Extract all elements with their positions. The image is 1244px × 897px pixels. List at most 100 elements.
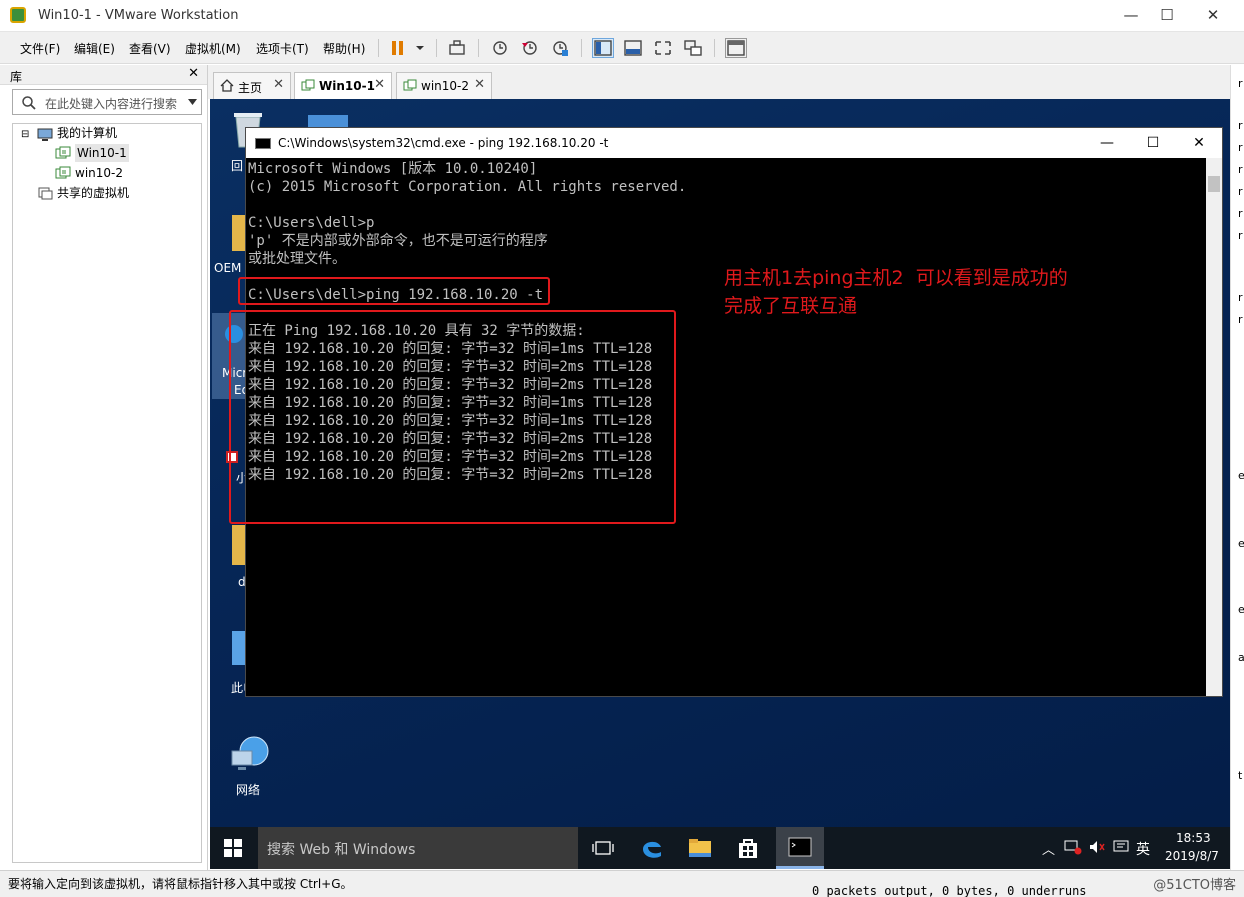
tray-date[interactable]: 2019/8/7 (1165, 849, 1219, 863)
tree-collapse-icon[interactable]: ⊟ (21, 126, 29, 144)
snapshot-manager-icon[interactable] (549, 38, 571, 58)
tab-win10-1[interactable]: Win10-1 ✕ (294, 72, 392, 99)
send-ctrl-alt-del-icon[interactable] (446, 38, 468, 58)
menu-vm[interactable]: 虚拟机(M) (185, 40, 241, 57)
tray-time[interactable]: 18:53 (1176, 831, 1211, 845)
menu-view[interactable]: 查看(V) (129, 40, 171, 57)
snapshot-icon[interactable] (489, 38, 511, 58)
background-terminal-text: 0 packets output, 0 bytes, 0 underruns (812, 884, 1087, 897)
store-icon[interactable] (736, 836, 760, 863)
unity-mode-icon[interactable] (682, 38, 704, 58)
console-view-icon[interactable] (725, 38, 747, 58)
cmd-icon (788, 837, 812, 857)
chevron-down-icon[interactable] (409, 38, 431, 58)
tab-close-icon[interactable]: ✕ (474, 77, 485, 92)
vm-icon (301, 79, 315, 91)
folder-icon[interactable] (232, 215, 246, 251)
highlight-box-replies (229, 310, 676, 524)
vm-icon (403, 79, 417, 91)
window-title: Win10-1 - VMware Workstation (38, 8, 239, 23)
network-icon[interactable] (228, 733, 272, 780)
full-screen-icon[interactable] (652, 38, 674, 58)
toolbar-separator (436, 39, 437, 57)
thumbnail-bar-icon[interactable] (622, 38, 644, 58)
watermark: @51CTO博客 (1153, 878, 1236, 893)
background-text: r (1238, 119, 1243, 132)
library-tree: ⊟ 我的计算机 Win10-1 win10-2 共享的虚拟机 (12, 123, 202, 863)
show-library-icon[interactable] (592, 38, 614, 58)
menu-edit[interactable]: 编辑(E) (74, 40, 115, 57)
maximize-button[interactable]: ☐ (1144, 0, 1190, 32)
cmd-title-bar[interactable]: C:\Windows\system32\cmd.exe - ping 192.1… (246, 128, 1222, 158)
background-text: r (1238, 141, 1243, 154)
pause-icon[interactable] (387, 38, 409, 58)
this-pc-icon[interactable] (232, 631, 246, 665)
toolbar-separator (714, 39, 715, 57)
windows-start-icon[interactable] (224, 839, 242, 860)
tree-item-win10-1[interactable]: Win10-1 (75, 144, 129, 162)
notification-icon[interactable] (1112, 839, 1130, 858)
cmd-minimize-button[interactable]: — (1084, 130, 1130, 156)
cmd-maximize-button[interactable]: ☐ (1130, 130, 1176, 156)
network-status-icon[interactable] (1064, 839, 1082, 858)
folder-icon[interactable] (232, 525, 246, 565)
cmd-line: Microsoft Windows [版本 10.0.10240] (248, 161, 538, 177)
edge-icon[interactable] (640, 836, 664, 863)
background-text: r (1238, 77, 1243, 90)
background-text: e (1238, 469, 1244, 482)
status-bar: 要将输入定向到该虚拟机，请将鼠标指针移入其中或按 Ctrl+G。 0 packe… (0, 870, 1244, 897)
chevron-down-icon[interactable] (188, 99, 197, 105)
tab-close-icon[interactable]: ✕ (273, 77, 284, 92)
windows-taskbar: 搜索 Web 和 Windows ︿ 英 18:53 2019/8/7 (210, 827, 1230, 869)
toolbar-separator (478, 39, 479, 57)
computer-icon (37, 128, 53, 141)
desktop-icon-label: OEM (214, 261, 242, 275)
cmd-scrollbar[interactable] (1206, 158, 1222, 696)
cmd-line: 'p' 不是内部或外部命令，也不是可运行的程序 (248, 233, 548, 249)
cmd-line (248, 196, 1208, 214)
cmd-close-button[interactable]: ✕ (1176, 130, 1222, 156)
menu-tabs[interactable]: 选项卡(T) (256, 40, 309, 57)
app-title-bar: Win10-1 - VMware Workstation — ☐ ✕ (0, 0, 1244, 32)
library-panel: 库 ✕ 在此处键入内容进行搜索 ⊟ 我的计算机 Win10-1 win10-2 … (0, 65, 208, 873)
library-close-button[interactable]: ✕ (188, 66, 199, 81)
library-header: 库 ✕ (0, 65, 207, 85)
background-text: e (1238, 537, 1244, 550)
tab-win10-2[interactable]: win10-2 ✕ (396, 72, 492, 99)
vmware-app-icon (10, 7, 26, 23)
annotation-text: 用主机1去ping主机2 可以看到是成功的 完成了互联互通 (724, 267, 1068, 317)
tree-item-win10-2[interactable]: win10-2 (75, 164, 123, 182)
taskbar-cmd-button[interactable] (776, 827, 824, 869)
menu-help[interactable]: 帮助(H) (323, 40, 365, 57)
background-text: a (1238, 651, 1244, 664)
shared-vm-icon (38, 187, 53, 200)
tab-close-icon[interactable]: ✕ (374, 77, 385, 92)
vm-icon (55, 166, 71, 179)
ime-indicator[interactable]: 英 (1136, 839, 1150, 859)
library-title: 库 (10, 70, 23, 84)
revert-snapshot-icon[interactable] (519, 38, 541, 58)
scrollbar-thumb[interactable] (1208, 176, 1220, 192)
close-button[interactable]: ✕ (1190, 0, 1236, 32)
toolbar-separator (378, 39, 379, 57)
tab-home[interactable]: 主页 ✕ (213, 72, 291, 99)
background-text: r (1238, 207, 1243, 220)
tray-chevron-up-icon[interactable]: ︿ (1042, 839, 1055, 858)
search-icon (22, 96, 36, 110)
cmd-line: (c) 2015 Microsoft Corporation. All righ… (248, 179, 687, 195)
task-view-icon[interactable] (592, 839, 614, 860)
background-text: r (1238, 185, 1243, 198)
taskbar-search-box[interactable]: 搜索 Web 和 Windows (258, 827, 578, 869)
menu-file[interactable]: 文件(F) (20, 40, 60, 57)
home-icon (220, 79, 234, 92)
volume-muted-icon[interactable] (1088, 839, 1106, 858)
background-text: r (1238, 229, 1243, 242)
library-search-input[interactable]: 在此处键入内容进行搜索 (12, 89, 202, 115)
desktop-icon-label: 回 (231, 159, 244, 173)
search-placeholder: 在此处键入内容进行搜索 (45, 97, 178, 111)
background-window-strip: r r r r r r r r r e e e a t (1230, 65, 1244, 873)
tree-item-my-computer[interactable]: 我的计算机 (57, 124, 117, 142)
background-text: r (1238, 291, 1243, 304)
tree-item-shared-vms[interactable]: 共享的虚拟机 (57, 184, 129, 202)
file-explorer-icon[interactable] (688, 837, 712, 862)
